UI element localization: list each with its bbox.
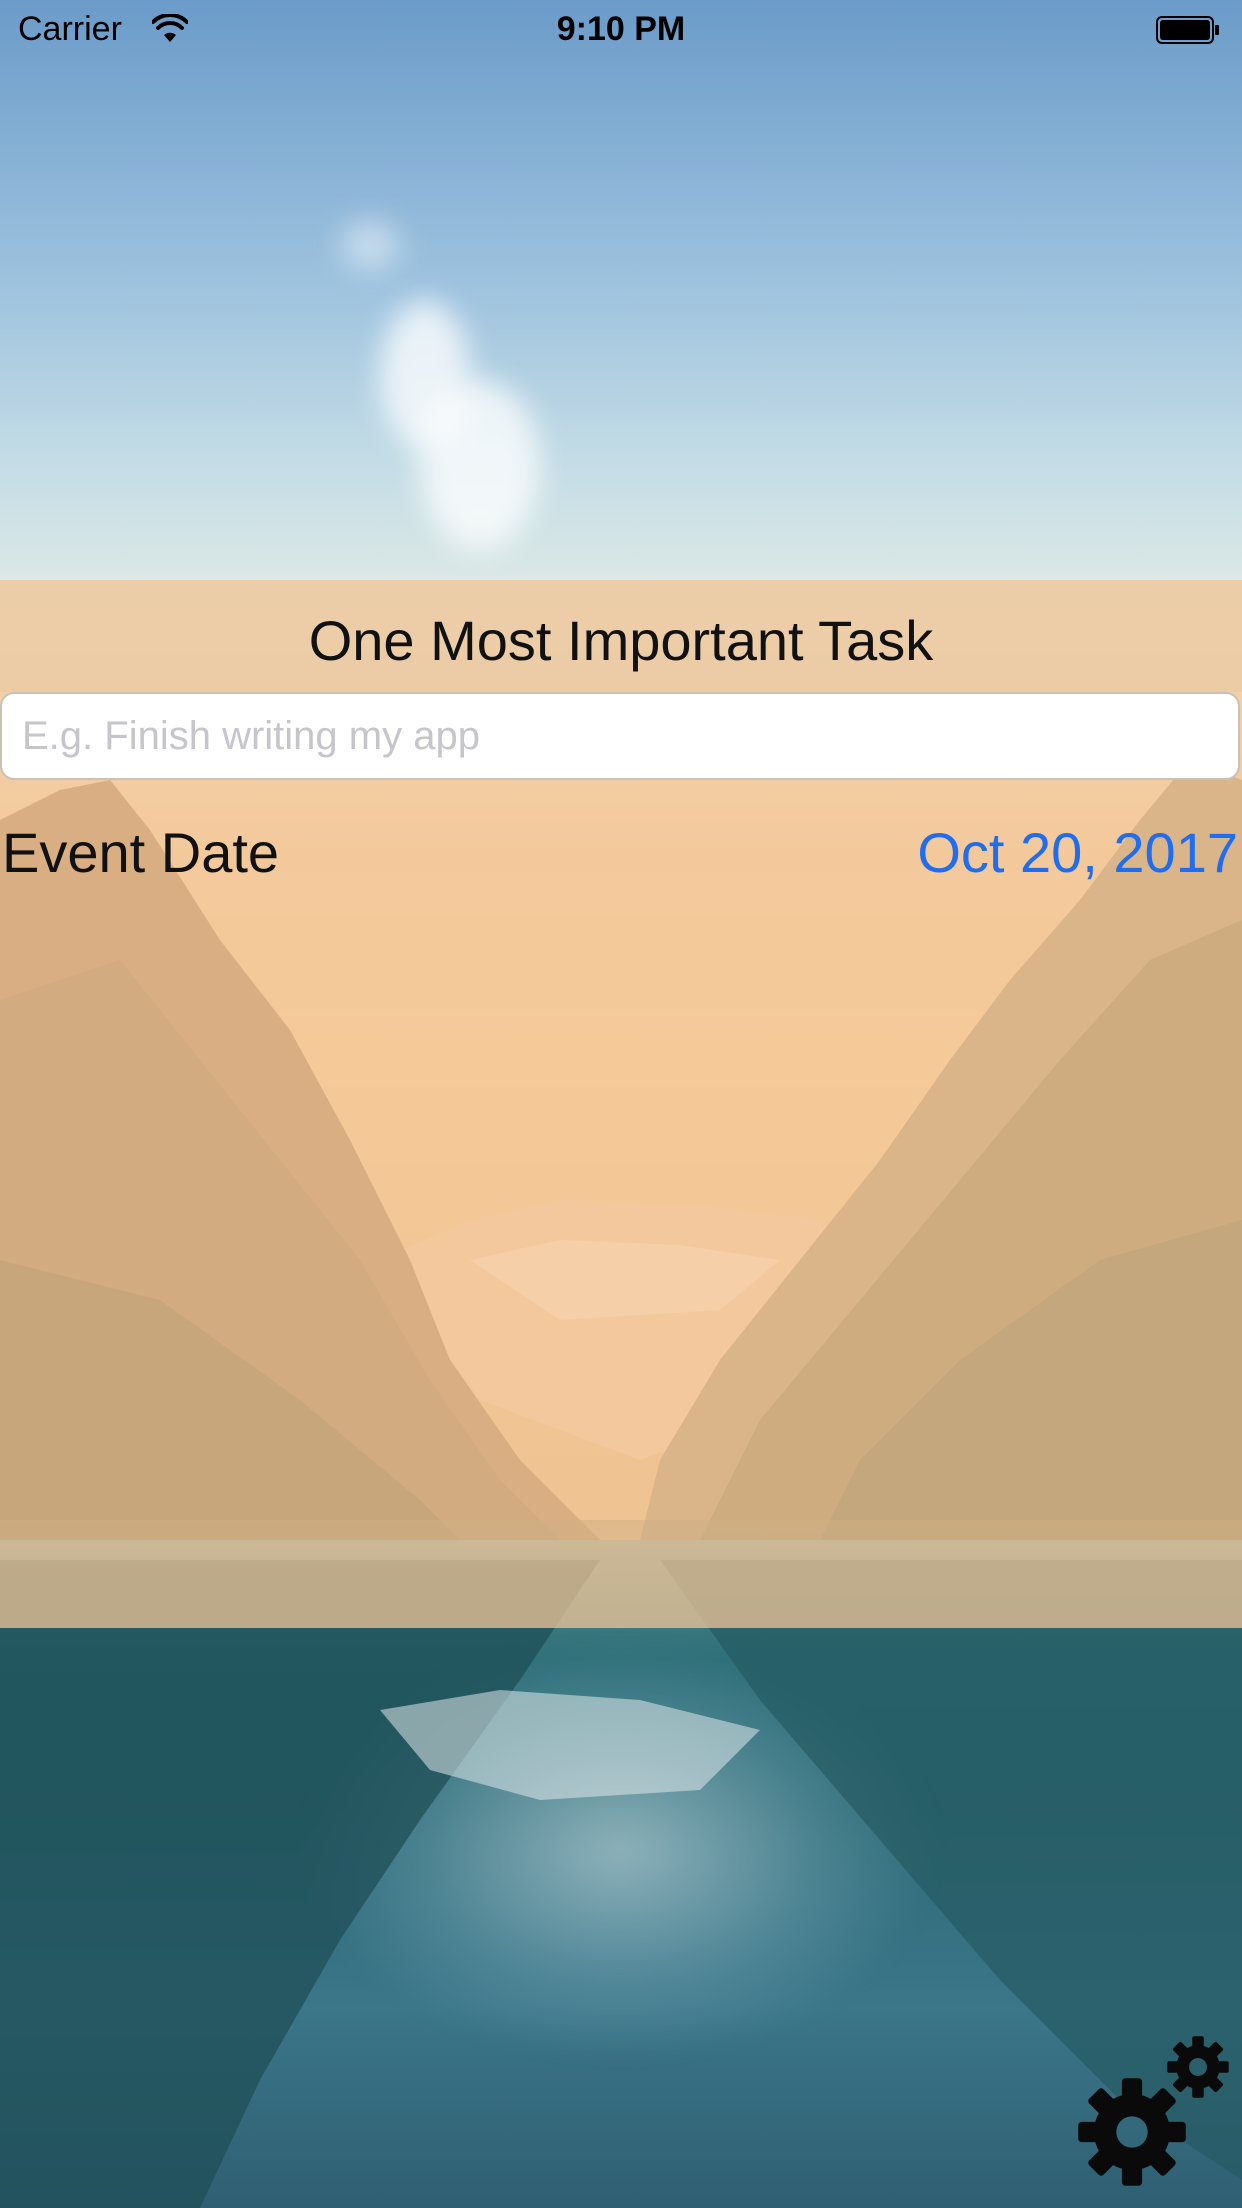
- status-bar: Carrier 9:10 PM: [0, 0, 1242, 62]
- event-date-picker[interactable]: Oct 20, 2017: [917, 820, 1238, 885]
- task-input[interactable]: [0, 692, 1240, 780]
- cloud: [340, 220, 400, 270]
- cloud: [420, 380, 540, 550]
- gear-icon[interactable]: [1076, 2076, 1188, 2188]
- event-date-label: Event Date: [2, 821, 280, 884]
- page-title: One Most Important Task: [308, 609, 934, 672]
- panel-header: One Most Important Task: [0, 580, 1242, 692]
- battery-full-icon: [1156, 16, 1219, 44]
- status-time: 9:10 PM: [556, 10, 686, 48]
- mountain-reflection: [0, 1560, 1242, 2208]
